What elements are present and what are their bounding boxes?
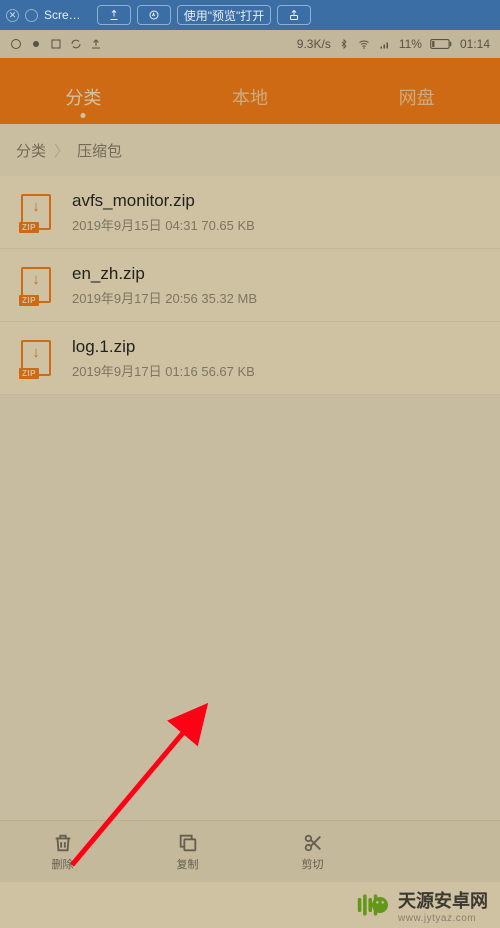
record-icon [30, 38, 42, 50]
bottom-toolbar: 删除 复制 剪切 [0, 820, 500, 882]
file-meta: 2019年9月15日 04:31 70.65 KB [72, 215, 484, 234]
file-list: ZIP avfs_monitor.zip 2019年9月15日 04:31 70… [0, 176, 500, 395]
breadcrumb: 分类 〉 压缩包 [0, 124, 500, 176]
markup-button[interactable] [137, 5, 171, 25]
network-speed: 9.3K/s [297, 37, 331, 51]
open-with-preview-button[interactable]: 使用"预览"打开 [177, 5, 272, 25]
watermark-url: www.jytyaz.com [398, 913, 488, 924]
window-title: Scre… [44, 8, 81, 22]
minimize-icon[interactable] [25, 9, 38, 22]
copy-icon [177, 832, 199, 854]
copy-button[interactable]: 复制 [125, 821, 250, 882]
mac-titlebar: ✕ Scre… 使用"预览"打开 [0, 0, 500, 30]
tab-category[interactable]: 分类 [0, 84, 167, 124]
watermark: 天源安卓网 www.jytyaz.com [0, 882, 500, 928]
chevron-right-icon: 〉 [54, 140, 69, 161]
file-item[interactable]: ZIP en_zh.zip 2019年9月17日 20:56 35.32 MB [0, 249, 500, 322]
phone-screenshot: 9.3K/s 11% 01:14 分类 本地 网盘 分类 〉 压缩包 ZIP a… [0, 30, 500, 928]
delete-label: 删除 [52, 856, 74, 872]
trash-icon [52, 832, 74, 854]
export-button[interactable] [277, 5, 311, 25]
zip-file-icon: ZIP [14, 336, 58, 380]
file-name: en_zh.zip [72, 264, 484, 284]
delete-button[interactable]: 删除 [0, 821, 125, 882]
app-header-tabs: 分类 本地 网盘 [0, 58, 500, 124]
clock: 01:14 [460, 37, 490, 51]
zip-file-icon: ZIP [14, 263, 58, 307]
crumb-category[interactable]: 分类 [14, 136, 48, 165]
tab-cloud[interactable]: 网盘 [333, 84, 500, 124]
close-icon[interactable]: ✕ [6, 9, 19, 22]
message-icon [10, 38, 22, 50]
copy-label: 复制 [177, 856, 199, 872]
file-item[interactable]: ZIP log.1.zip 2019年9月17日 01:16 56.67 KB [0, 322, 500, 395]
watermark-title: 天源安卓网 [398, 887, 488, 913]
zip-file-icon: ZIP [14, 190, 58, 234]
tab-local[interactable]: 本地 [167, 84, 334, 124]
file-name: avfs_monitor.zip [72, 191, 484, 211]
file-item[interactable]: ZIP avfs_monitor.zip 2019年9月15日 04:31 70… [0, 176, 500, 249]
bluetooth-icon [339, 38, 349, 50]
cut-label: 剪切 [302, 856, 324, 872]
android-statusbar: 9.3K/s 11% 01:14 [0, 30, 500, 58]
upload-icon [90, 38, 102, 50]
signal-icon [379, 38, 391, 50]
file-name: log.1.zip [72, 337, 484, 357]
file-meta: 2019年9月17日 01:16 56.67 KB [72, 361, 484, 380]
screenshot-icon [50, 38, 62, 50]
file-meta: 2019年9月17日 20:56 35.32 MB [72, 288, 484, 307]
scissors-icon [302, 832, 324, 854]
crumb-archives[interactable]: 压缩包 [75, 136, 124, 165]
battery-percent: 11% [399, 37, 422, 51]
wifi-icon [357, 38, 371, 50]
sync-icon [70, 38, 82, 50]
battery-icon [430, 38, 452, 50]
share-button[interactable] [97, 5, 131, 25]
cut-button[interactable]: 剪切 [250, 821, 375, 882]
watermark-logo-icon [356, 889, 388, 921]
